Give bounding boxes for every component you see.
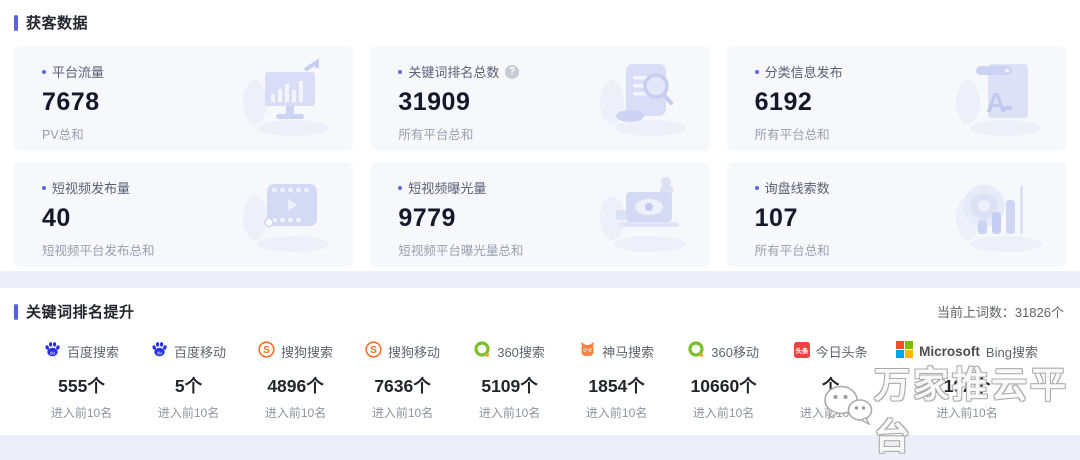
platform-caption: 进入前10名 bbox=[586, 404, 647, 421]
stat-card: 分类信息发布6192所有平台总和A bbox=[727, 46, 1066, 151]
card-label: 分类信息发布 bbox=[765, 62, 843, 81]
platform-name: 今日头条 bbox=[816, 342, 868, 361]
stat-cards-grid: 平台流量7678PV总和关键词排名总数?31909所有平台总和分类信息发布619… bbox=[14, 46, 1066, 267]
keyword-ranking-panel: 关键词排名提升 当前上词数：31826个 du 百度搜索 555个进入前10名 du 百… bbox=[0, 288, 1080, 435]
keyword-section-title: 关键词排名提升 bbox=[14, 301, 135, 322]
acquisition-panel: 获客数据 平台流量7678PV总和关键词排名总数?31909所有平台总和分类信息… bbox=[0, 0, 1080, 271]
platform-head: S 搜狗搜索 bbox=[258, 342, 333, 360]
acquisition-section-title: 获客数据 bbox=[14, 12, 88, 33]
microsoft-logo-icon bbox=[896, 341, 913, 361]
platform-head: du 百度移动 bbox=[151, 342, 226, 360]
bullet-dot-icon bbox=[398, 70, 402, 74]
toutiao-logo-icon: 头条 bbox=[794, 342, 810, 361]
platform-stat: S 搜狗移动 7636个进入前10名 bbox=[349, 342, 456, 421]
shenma-head-icon bbox=[579, 341, 596, 361]
stat-card: 短视频发布量40短视频平台发布总和 bbox=[14, 162, 353, 267]
stat-card: 短视频曝光量9779短视频平台曝光量总和 bbox=[370, 162, 709, 267]
gear-chart-illustration bbox=[948, 172, 1048, 263]
screen-eye-illustration bbox=[592, 172, 692, 263]
platform-head: 360搜索 bbox=[474, 342, 545, 360]
platform-value: 555个 bbox=[58, 373, 105, 398]
baidu-paw-icon: du bbox=[44, 341, 61, 361]
platform-stat: S 搜狗搜索 4896个进入前10名 bbox=[242, 342, 349, 421]
platform-value: 5个 bbox=[175, 373, 202, 398]
keyword-header: 关键词排名提升 当前上词数：31826个 bbox=[14, 301, 1064, 322]
platform-brand: Microsoft bbox=[919, 344, 980, 359]
baidu-paw-icon: du bbox=[151, 341, 168, 361]
platform-stat: 神马搜索 1854个进入前10名 bbox=[563, 342, 670, 421]
360-ring-icon bbox=[688, 341, 705, 361]
bullet-dot-icon bbox=[398, 186, 402, 190]
platform-value: 192个 bbox=[944, 373, 991, 398]
card-label: 询盘线索数 bbox=[765, 178, 830, 197]
svg-text:du: du bbox=[50, 350, 56, 355]
platform-stat: Microsoft Bing搜索 192个进入前10名 bbox=[884, 342, 1050, 421]
360-ring-icon bbox=[474, 341, 491, 361]
platform-name: 百度移动 bbox=[174, 342, 226, 361]
platform-caption: 进入前10名 bbox=[372, 404, 433, 421]
platform-caption: 进入前10名 bbox=[693, 404, 754, 421]
bullet-dot-icon bbox=[755, 186, 759, 190]
monitor-chart-illustration bbox=[235, 56, 335, 147]
acquisition-title-text: 获客数据 bbox=[26, 12, 88, 33]
help-question-icon[interactable]: ? bbox=[505, 65, 519, 79]
platform-name: 搜狗搜索 bbox=[281, 342, 333, 361]
bullet-dot-icon bbox=[42, 70, 46, 74]
platform-value: 7636个 bbox=[374, 373, 430, 398]
svg-text:头条: 头条 bbox=[795, 346, 809, 355]
platform-value: 5109个 bbox=[481, 373, 537, 398]
sogou-s-icon: S bbox=[365, 341, 382, 361]
platform-head: S 搜狗移动 bbox=[365, 342, 440, 360]
document-letter-illustration: A bbox=[948, 56, 1048, 147]
platform-caption: 进入前10名 bbox=[800, 404, 861, 421]
document-magnifier-illustration bbox=[592, 56, 692, 147]
card-label: 平台流量 bbox=[52, 62, 104, 81]
svg-text:du: du bbox=[157, 350, 163, 355]
platform-caption: 进入前10名 bbox=[51, 404, 112, 421]
title-accent-bar bbox=[14, 304, 18, 320]
card-label: 短视频发布量 bbox=[52, 178, 130, 197]
platform-name: 百度搜索 bbox=[67, 342, 119, 361]
platform-head: 神马搜索 bbox=[579, 342, 654, 360]
platform-stat: du 百度移动 5个进入前10名 bbox=[135, 342, 242, 421]
svg-text:A: A bbox=[986, 87, 1006, 118]
stat-card: 平台流量7678PV总和 bbox=[14, 46, 353, 151]
current-words-count: 当前上词数：31826个 bbox=[937, 302, 1064, 321]
video-film-illustration bbox=[235, 172, 335, 263]
platform-stat: du 百度搜索 555个进入前10名 bbox=[28, 342, 135, 421]
platform-caption: 进入前10名 bbox=[158, 404, 219, 421]
stat-card: 询盘线索数107所有平台总和 bbox=[727, 162, 1066, 267]
platform-value: 10660个 bbox=[691, 373, 757, 398]
platform-name: 360移动 bbox=[711, 342, 759, 361]
platform-caption: 进入前10名 bbox=[479, 404, 540, 421]
platform-head: 头条今日头条 bbox=[794, 342, 868, 360]
platform-value: 个 bbox=[822, 373, 840, 398]
platforms-row: du 百度搜索 555个进入前10名 du 百度移动 5个进入前10名 S 搜狗搜索 4896个… bbox=[14, 342, 1064, 421]
platform-name: 360搜索 bbox=[497, 342, 545, 361]
platform-name: Bing搜索 bbox=[986, 342, 1038, 361]
sogou-s-icon: S bbox=[258, 341, 275, 361]
platform-name: 神马搜索 bbox=[602, 342, 654, 361]
svg-text:S: S bbox=[263, 345, 270, 356]
acquisition-header: 获客数据 bbox=[14, 12, 1066, 33]
platform-value: 1854个 bbox=[588, 373, 644, 398]
platform-head: du 百度搜索 bbox=[44, 342, 119, 360]
stat-card: 关键词排名总数?31909所有平台总和 bbox=[370, 46, 709, 151]
svg-text:S: S bbox=[370, 345, 377, 356]
title-accent-bar bbox=[14, 15, 18, 31]
keyword-title-text: 关键词排名提升 bbox=[26, 301, 135, 322]
card-label: 关键词排名总数 bbox=[408, 62, 499, 81]
platform-stat: 头条今日头条个进入前10名 bbox=[777, 342, 884, 421]
platform-caption: 进入前10名 bbox=[265, 404, 326, 421]
platform-head: 360移动 bbox=[688, 342, 759, 360]
bullet-dot-icon bbox=[42, 186, 46, 190]
platform-value: 4896个 bbox=[267, 373, 323, 398]
bullet-dot-icon bbox=[755, 70, 759, 74]
platform-name: 搜狗移动 bbox=[388, 342, 440, 361]
platform-caption: 进入前10名 bbox=[936, 404, 997, 421]
platform-stat: 360搜索 5109个进入前10名 bbox=[456, 342, 563, 421]
platform-stat: 360移动 10660个进入前10名 bbox=[670, 342, 777, 421]
platform-head: Microsoft Bing搜索 bbox=[896, 342, 1038, 360]
card-label: 短视频曝光量 bbox=[408, 178, 486, 197]
